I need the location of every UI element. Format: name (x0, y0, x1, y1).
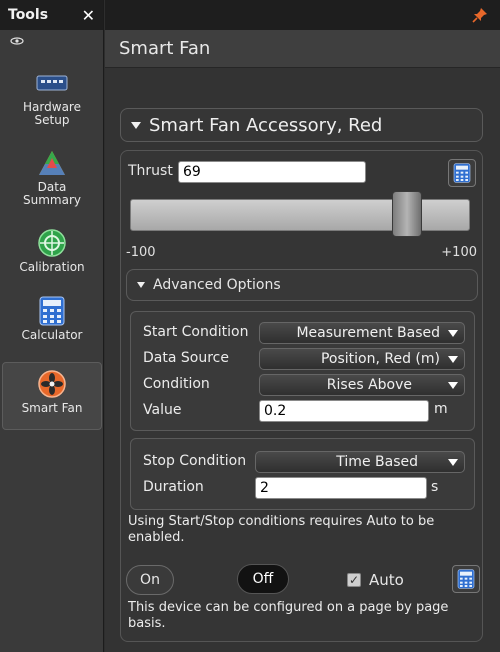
tool-label: Data Summary (23, 180, 81, 207)
advanced-options-header[interactable]: Advanced Options (126, 269, 478, 301)
pin-icon[interactable] (472, 7, 488, 23)
start-value-input[interactable] (259, 400, 429, 422)
tools-header: Tools ✕ (0, 0, 103, 30)
dropdown-value: Time Based (336, 454, 418, 470)
thrust-input[interactable] (178, 161, 366, 183)
start-condition-group: Start Condition Measurement Based Data S… (130, 311, 475, 431)
calibration-icon (35, 228, 69, 258)
auto-checkbox[interactable]: ✓ Auto (347, 571, 404, 589)
accessory-title: Smart Fan Accessory, Red (149, 114, 383, 136)
tools-sidebar: Tools ✕ Hardware Setup Data Summary Cali… (0, 0, 104, 652)
duration-label: Duration (143, 479, 204, 495)
start-condition-label: Start Condition (143, 324, 249, 340)
off-button[interactable]: Off (237, 564, 289, 594)
thrust-max-label: +100 (441, 245, 477, 260)
collapse-triangle-icon (137, 282, 145, 288)
on-button[interactable]: On (126, 565, 174, 595)
accessory-section: Thrust -100 +100 Advanced Options Start … (120, 150, 483, 642)
chevron-down-icon (448, 459, 458, 466)
dropdown-value: Rises Above (326, 377, 412, 393)
stop-condition-group: Stop Condition Time Based Duration s (130, 438, 475, 510)
output-calculator-button[interactable] (452, 565, 480, 593)
page-basis-note: This device can be configured on a page … (128, 600, 449, 631)
thrust-slider-thumb[interactable] (391, 191, 422, 237)
thrust-label: Thrust (128, 163, 173, 179)
tool-hardware-setup[interactable]: Hardware Setup (2, 62, 102, 130)
collapse-triangle-icon (131, 121, 141, 129)
page-title: Smart Fan (105, 30, 500, 68)
tool-label: Calibration (19, 260, 85, 274)
chevron-down-icon (448, 330, 458, 337)
dropdown-value: Position, Red (m) (320, 351, 440, 367)
start-condition-dropdown[interactable]: Measurement Based (259, 322, 465, 344)
condition-dropdown[interactable]: Rises Above (259, 374, 465, 396)
value-label: Value (143, 402, 182, 418)
smart-fan-icon (35, 369, 69, 399)
tool-label: Hardware Setup (23, 100, 81, 127)
close-icon[interactable]: ✕ (82, 6, 95, 25)
panel-topbar (105, 0, 500, 30)
checkbox-checked-icon[interactable]: ✓ (347, 573, 361, 587)
calculator-icon (35, 296, 69, 326)
auto-requirement-note: Using Start/Stop conditions requires Aut… (128, 514, 435, 545)
chevron-down-icon (448, 356, 458, 363)
data-source-dropdown[interactable]: Position, Red (m) (259, 348, 465, 370)
condition-label: Condition (143, 376, 210, 392)
value-unit: m (434, 401, 448, 417)
stop-condition-label: Stop Condition (143, 453, 247, 469)
thrust-calculator-button[interactable] (448, 159, 476, 187)
hardware-icon (35, 68, 69, 98)
tool-label: Calculator (21, 328, 83, 342)
tool-calculator[interactable]: Calculator (2, 290, 102, 358)
smart-fan-panel: Smart Fan Smart Fan Accessory, Red Thrus… (105, 0, 500, 652)
stop-condition-dropdown[interactable]: Time Based (255, 451, 465, 473)
calculator-icon (453, 163, 471, 183)
dropdown-value: Measurement Based (296, 325, 440, 341)
tool-data-summary[interactable]: Data Summary (2, 142, 102, 210)
duration-unit: s (431, 479, 439, 495)
eye-icon[interactable] (10, 37, 24, 45)
chevron-down-icon (448, 382, 458, 389)
thrust-min-label: -100 (126, 245, 156, 260)
data-source-label: Data Source (143, 350, 229, 366)
tool-calibration[interactable]: Calibration (2, 222, 102, 290)
advanced-options-title: Advanced Options (153, 277, 281, 293)
tools-title: Tools (8, 7, 49, 23)
auto-label: Auto (369, 571, 404, 589)
accessory-header[interactable]: Smart Fan Accessory, Red (120, 108, 483, 142)
tools-list: Hardware Setup Data Summary Calibration … (0, 62, 104, 430)
duration-input[interactable] (255, 477, 427, 499)
tool-smart-fan[interactable]: Smart Fan (2, 362, 102, 430)
tool-label: Smart Fan (21, 401, 83, 415)
calculator-icon (457, 569, 475, 589)
data-summary-icon (35, 148, 69, 178)
